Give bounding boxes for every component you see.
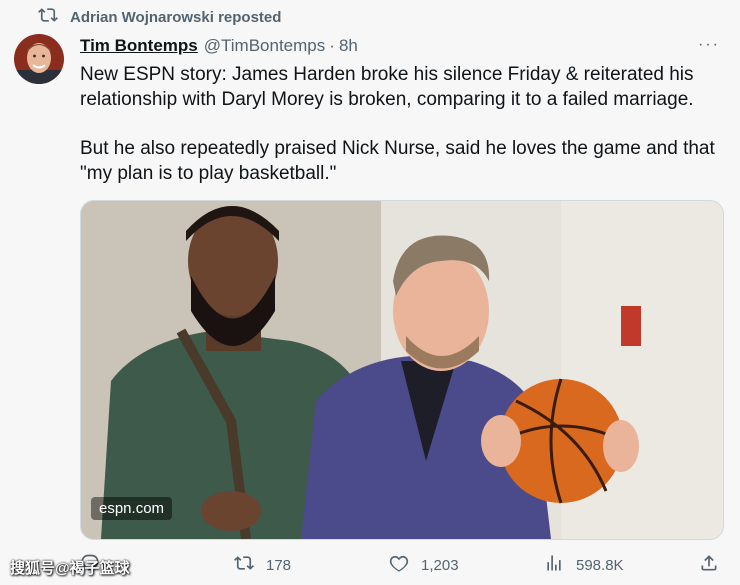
more-options-button[interactable]: ··· <box>696 35 722 55</box>
repost-label: Adrian Wojnarowski reposted <box>70 8 282 26</box>
analytics-icon <box>544 553 576 577</box>
tweet-header: Tim Bontemps @TimBontemps · 8h <box>80 34 358 58</box>
photo-illustration <box>81 201 723 539</box>
author-name[interactable]: Tim Bontemps <box>80 36 198 56</box>
repost-button[interactable]: 178 <box>234 550 291 580</box>
views-button[interactable]: 598.8K <box>544 550 624 580</box>
share-button[interactable] <box>699 550 731 580</box>
like-button[interactable]: 1,203 <box>389 550 459 580</box>
tweet-text: New ESPN story: James Harden broke his s… <box>80 62 730 210</box>
tweet-paragraph-2: But he also repeatedly praised Nick Nurs… <box>80 138 715 184</box>
retweet-icon <box>234 553 266 577</box>
espn-watermark: espn.com <box>91 497 173 520</box>
timestamp[interactable]: 8h <box>339 36 358 56</box>
tweet-paragraph-1: New ESPN story: James Harden broke his s… <box>80 64 694 110</box>
author-handle[interactable]: @TimBontemps <box>204 36 326 56</box>
repost-indicator[interactable]: Adrian Wojnarowski reposted <box>38 6 281 28</box>
source-watermark: 搜狐号@褐子篮球 <box>10 560 130 577</box>
heart-icon <box>389 553 421 577</box>
avatar[interactable] <box>14 34 64 84</box>
more-icon: ··· <box>698 36 720 53</box>
separator-dot: · <box>329 36 335 55</box>
like-count: 1,203 <box>421 556 459 574</box>
share-icon <box>699 553 731 577</box>
repost-count: 178 <box>266 556 292 574</box>
tweet-photo[interactable]: espn.com <box>80 200 724 540</box>
views-count: 598.8K <box>576 556 624 574</box>
repost-icon <box>38 5 70 29</box>
